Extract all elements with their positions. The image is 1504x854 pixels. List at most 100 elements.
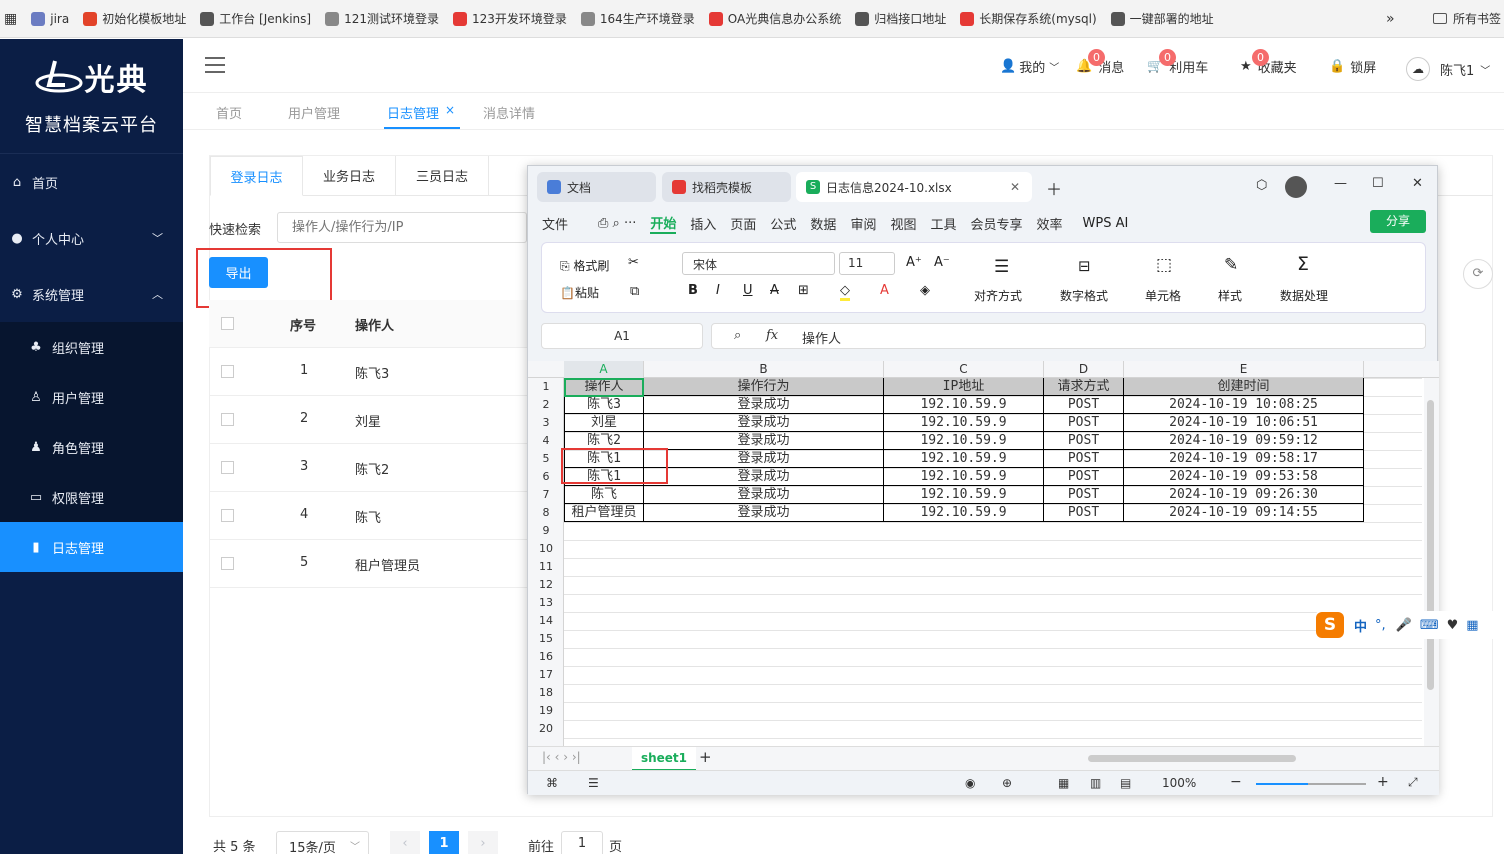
search-input[interactable]: [277, 212, 527, 243]
table-row[interactable]: 1 陈飞3: [209, 348, 529, 396]
bookmark-item[interactable]: 164生产环境登录: [580, 10, 695, 27]
submenu-logs[interactable]: ▮ 日志管理: [0, 522, 183, 572]
wps-menu-item[interactable]: 审阅: [850, 214, 876, 233]
sheet-cell[interactable]: POST: [1044, 432, 1124, 450]
row-number[interactable]: 11: [528, 558, 564, 576]
wps-menu-item[interactable]: 公式: [770, 214, 796, 233]
lock-screen-button[interactable]: 🔒 锁屏: [1329, 57, 1376, 76]
sheet-cell[interactable]: 2024-10-19 09:53:58: [1124, 468, 1364, 486]
row-number[interactable]: 3: [528, 414, 564, 432]
menu-personal-center[interactable]: ● 个人中心 ﹀: [0, 210, 183, 266]
sheet-cell[interactable]: 登录成功: [644, 414, 884, 432]
wps-tab-xlsx[interactable]: S 日志信息2024-10.xlsx ✕: [796, 172, 1032, 202]
wps-menu-item[interactable]: 效率: [1037, 214, 1063, 233]
align-menu[interactable]: 对齐方式: [974, 287, 1022, 304]
fill-color-icon[interactable]: ◇: [840, 283, 850, 301]
sheet-cell[interactable]: 登录成功: [644, 486, 884, 504]
prev-page-button[interactable]: ‹: [390, 831, 420, 854]
wps-tab-templates[interactable]: 找稻壳模板: [662, 172, 791, 202]
sheet-cell[interactable]: 192.10.59.9: [884, 432, 1044, 450]
sheet-cell[interactable]: 登录成功: [644, 432, 884, 450]
tab-login-log[interactable]: 登录日志: [210, 156, 303, 196]
goto-page-input[interactable]: 1: [561, 831, 603, 854]
row-number[interactable]: 4: [528, 432, 564, 450]
row-number[interactable]: 6: [528, 468, 564, 486]
user-menu[interactable]: ☁ 陈飞1 ﹀: [1406, 57, 1490, 81]
font-size-select[interactable]: 11: [839, 252, 895, 275]
sheet-cell[interactable]: 192.10.59.9: [884, 504, 1044, 522]
row-checkbox[interactable]: [221, 461, 234, 474]
punctuation-icon[interactable]: °,: [1375, 618, 1386, 633]
share-button[interactable]: 分享: [1370, 210, 1426, 233]
sheet-cell[interactable]: POST: [1044, 504, 1124, 522]
sheet-cell[interactable]: 操作行为: [644, 378, 884, 396]
sheet-cell[interactable]: 2024-10-19 09:14:55: [1124, 504, 1364, 522]
row-number[interactable]: 16: [528, 648, 564, 666]
break-view-icon[interactable]: ▤: [1120, 776, 1131, 790]
submenu-roles[interactable]: ♟ 角色管理: [0, 422, 183, 472]
wps-menu-item[interactable]: 工具: [930, 214, 956, 233]
maximize-icon[interactable]: ☐: [1372, 176, 1384, 191]
wps-menu-item[interactable]: 文件: [542, 214, 568, 233]
sheet-cell[interactable]: POST: [1044, 450, 1124, 468]
table-row[interactable]: 2 刘星: [209, 396, 529, 444]
fx-icon[interactable]: fx: [766, 328, 778, 343]
bookmark-item[interactable]: 归档接口地址: [855, 10, 946, 27]
submenu-permissions[interactable]: ▭ 权限管理: [0, 472, 183, 522]
row-number[interactable]: 2: [528, 396, 564, 414]
menu-system-management[interactable]: ⚙ 系统管理 ︿: [0, 266, 183, 322]
bookmark-item[interactable]: 123开发环境登录: [452, 10, 567, 27]
tab-log-management[interactable]: 日志管理: [387, 103, 439, 122]
row-number[interactable]: 13: [528, 594, 564, 612]
cells-icon[interactable]: ⬚: [1156, 255, 1172, 275]
row-number[interactable]: 10: [528, 540, 564, 558]
close-tab-icon[interactable]: ✕: [1010, 180, 1020, 194]
sheet-cell[interactable]: POST: [1044, 414, 1124, 432]
row-number[interactable]: 5: [528, 450, 564, 468]
sheet-cell[interactable]: 2024-10-19 09:26:30: [1124, 486, 1364, 504]
paste-button[interactable]: 📋粘贴: [560, 284, 599, 301]
column-letter[interactable]: A: [564, 361, 644, 378]
mine-menu[interactable]: 👤 我的 ﹀: [1000, 57, 1059, 76]
macro-icon[interactable]: ⌘: [546, 776, 558, 790]
spreadsheet-grid[interactable]: A B C D E 1 2 3 4 5 6 7 8 9 10 11 12 13 14 15 16 17 18 19 20 操作人操…: [528, 361, 1439, 746]
underline-icon[interactable]: U: [743, 283, 753, 298]
sheet-cell[interactable]: 2024-10-19 09:59:12: [1124, 432, 1364, 450]
next-page-button[interactable]: ›: [468, 831, 498, 854]
bookmark-item[interactable]: jira: [31, 11, 69, 26]
bookmark-item[interactable]: 长期保存系统(mysql): [960, 10, 1097, 27]
table-row[interactable]: 4 陈飞: [209, 492, 529, 540]
zoom-search-icon[interactable]: ⌕: [734, 328, 741, 343]
column-letter[interactable]: B: [644, 361, 884, 378]
sheet-cell[interactable]: 陈飞3: [564, 396, 644, 414]
row-number[interactable]: 19: [528, 702, 564, 720]
eye-icon[interactable]: ◉: [965, 776, 975, 790]
submenu-users[interactable]: ♙ 用户管理: [0, 372, 183, 422]
cells-menu[interactable]: 单元格: [1145, 287, 1181, 304]
sheet-cell[interactable]: 2024-10-19 09:58:17: [1124, 450, 1364, 468]
views-icon[interactable]: ⊕: [1002, 776, 1012, 790]
number-format-menu[interactable]: 数字格式: [1060, 287, 1108, 304]
keyboard-icon[interactable]: ⌨: [1420, 618, 1439, 633]
borders-icon[interactable]: ⊞: [798, 283, 809, 298]
bookmark-item[interactable]: 121测试环境登录: [325, 10, 439, 27]
bookmark-item[interactable]: 工作台 [Jenkins]: [200, 10, 311, 27]
italic-icon[interactable]: I: [716, 283, 720, 298]
normal-view-icon[interactable]: ▦: [1058, 776, 1069, 790]
sheet-cell[interactable]: 192.10.59.9: [884, 486, 1044, 504]
table-row[interactable]: 3 陈飞2: [209, 444, 529, 492]
copy-icon[interactable]: ⧉: [630, 284, 639, 299]
sheet-cell[interactable]: 登录成功: [644, 450, 884, 468]
refresh-icon[interactable]: ⟳: [1463, 259, 1493, 289]
wps-tab-docs[interactable]: 文档: [537, 172, 656, 202]
sheet-cell[interactable]: 请求方式: [1044, 378, 1124, 396]
increase-font-icon[interactable]: A⁺: [906, 255, 922, 270]
row-number[interactable]: 7: [528, 486, 564, 504]
sheet-cell[interactable]: 2024-10-19 10:08:25: [1124, 396, 1364, 414]
wps-menu-item[interactable]: WPS AI: [1083, 216, 1129, 231]
sheet-cell[interactable]: 192.10.59.9: [884, 414, 1044, 432]
quick-tools-icons[interactable]: ⎙ ⌕ ···: [598, 216, 636, 231]
wps-menu-item[interactable]: 视图: [890, 214, 916, 233]
table-row[interactable]: 5 租户管理员: [209, 540, 529, 588]
sheet-cell[interactable]: 创建时间: [1124, 378, 1364, 396]
